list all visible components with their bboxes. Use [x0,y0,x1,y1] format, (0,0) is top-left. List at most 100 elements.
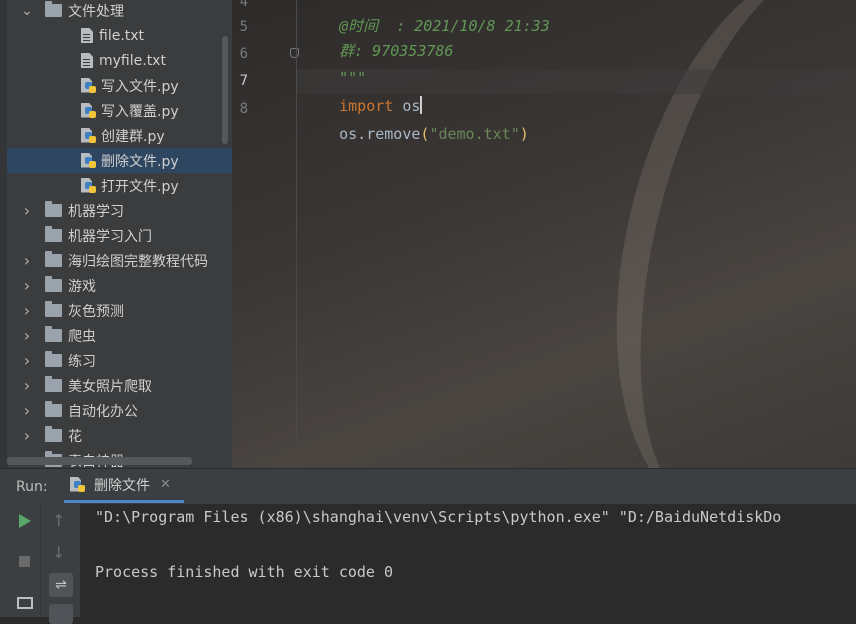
code-line: 群: 970353786 [303,15,453,60]
tree-item-label: myfile.txt [99,52,166,69]
tree-folder-row[interactable]: › 爬虫 [7,323,232,348]
tree-item-label: 爬虫 [68,328,96,345]
console-line: Process finished with exit code 0 [95,563,394,581]
chevron-right-icon[interactable]: › [19,401,35,420]
tree-file-row[interactable]: file.txt [7,23,232,48]
tree-folder-row[interactable]: › 游戏 [7,273,232,298]
chevron-right-icon[interactable]: › [19,276,35,295]
folder-icon [45,251,62,267]
python-file-icon [81,102,97,119]
tree-item-label: 花 [68,428,82,445]
project-tree-panel: ⌄ 文件处理 file.txt myfile.txt 写入文件.py 写入覆盖.py 创建群… [0,0,232,468]
line-number-gutter: 4 5 6 7 8 [232,0,299,468]
code-line-current: import os [303,70,423,115]
tree-folder-row[interactable]: › 海归绘图完整教程代码 [7,248,232,273]
code-line: """ [303,42,366,87]
gutter-separator [296,0,297,438]
console-line: "D:\Program Files (x86)\shanghai\venv\Sc… [95,508,782,526]
line-number-current: 7 [239,73,248,89]
chevron-right-icon[interactable]: › [19,326,35,345]
tree-folder-row[interactable]: 机器学习入门 [7,223,232,248]
code-editor[interactable]: 4 5 6 7 8 @时间 : 2021/10/8 21:33 群: 97035… [232,0,856,468]
python-file-icon [81,127,97,144]
tree-folder-row[interactable]: › 美女照片爬取 [7,373,232,398]
folder-icon [45,1,62,17]
tree-item-label: 机器学习 [68,203,124,220]
tree-item-label: 写入覆盖.py [101,103,179,120]
folder-icon [45,301,62,317]
line-number: 5 [239,19,248,35]
folder-icon [45,276,62,292]
fold-icon[interactable] [290,48,299,58]
tree-item-label: 自动化办公 [68,403,138,420]
string-literal: "demo.txt" [429,125,520,143]
scroll-to-end-icon[interactable] [49,604,73,624]
close-icon[interactable]: ✕ [160,477,171,492]
tree-file-row[interactable]: myfile.txt [7,48,232,73]
tree-item-label: 练习 [68,353,96,370]
python-file-icon [81,152,97,169]
chevron-right-icon[interactable]: › [19,201,35,220]
folder-icon [45,426,62,442]
tree-item-label: 灰色预测 [68,303,124,320]
line-number: 8 [239,101,248,117]
tree-horizontal-scrollbar[interactable] [7,457,192,465]
tree-folder-row[interactable]: › 花 [7,423,232,448]
python-file-icon [81,177,97,194]
layout-icon[interactable] [17,597,33,609]
chevron-right-icon[interactable]: › [19,351,35,370]
stop-icon[interactable] [19,556,30,567]
folder-icon [45,326,62,342]
tree-item-label: 机器学习入门 [68,228,152,245]
tree-folder-row[interactable]: ⌄ 文件处理 [7,0,232,23]
text-file-icon [81,28,93,43]
tree-item-label: 删除文件.py [101,153,179,170]
tree-file-row[interactable]: 写入覆盖.py [7,98,232,123]
tree-folder-row[interactable]: › 练习 [7,348,232,373]
line-number: 6 [239,46,248,62]
tree-item-label: 海归绘图完整教程代码 [68,253,208,270]
run-tab-label: 删除文件 [94,477,150,494]
run-console-output[interactable]: "D:\Program Files (x86)\shanghai\venv\Sc… [80,504,856,617]
arrow-up-icon[interactable]: ↑ [52,511,65,530]
tree-folder-row[interactable]: › 机器学习 [7,198,232,223]
tree-item-label: 游戏 [68,278,96,295]
tree-file-row[interactable]: 创建群.py [7,123,232,148]
tree-item-label: 文件处理 [68,3,124,20]
function-call: os.remove [339,125,421,143]
arrow-down-icon[interactable]: ↓ [52,543,65,562]
chevron-down-icon[interactable]: ⌄ [19,3,35,19]
line-number: 4 [239,0,248,10]
paren-close: ) [519,125,529,143]
tree-item-label: 创建群.py [101,128,165,145]
code-line: os.remove("demo.txt") [303,98,529,143]
run-label: Run: [16,479,48,495]
folder-icon [45,401,62,417]
python-file-icon [70,476,86,493]
soft-wrap-icon[interactable]: ⇌ [49,573,73,597]
project-gutter [0,0,7,468]
tree-item-label: 打开文件.py [101,178,179,195]
chevron-right-icon[interactable]: › [19,376,35,395]
tree-file-row[interactable]: 写入文件.py [7,73,232,98]
code-line: @时间 : 2021/10/8 21:33 [303,0,550,35]
run-tab[interactable]: 删除文件 ✕ [64,469,184,503]
tree-item-label: file.txt [99,27,145,44]
chevron-right-icon[interactable]: › [19,301,35,320]
python-file-icon [81,77,97,94]
chevron-right-icon[interactable]: › [19,426,35,445]
tree-item-label: 写入文件.py [101,78,179,95]
rerun-play-icon[interactable] [19,514,31,528]
run-panel-header: Run: 删除文件 ✕ [0,468,856,505]
folder-icon [45,351,62,367]
tree-file-row[interactable]: 删除文件.py [7,148,232,173]
tree-vertical-scrollbar[interactable] [222,36,228,144]
tree-folder-row[interactable]: › 自动化办公 [7,398,232,423]
text-file-icon [81,53,93,68]
folder-icon [45,201,62,217]
tree-file-row[interactable]: 打开文件.py [7,173,232,198]
chevron-right-icon[interactable]: › [19,251,35,270]
tree-folder-row[interactable]: › 灰色预测 [7,298,232,323]
tree-item-label: 美女照片爬取 [68,378,152,395]
folder-icon [45,226,62,242]
